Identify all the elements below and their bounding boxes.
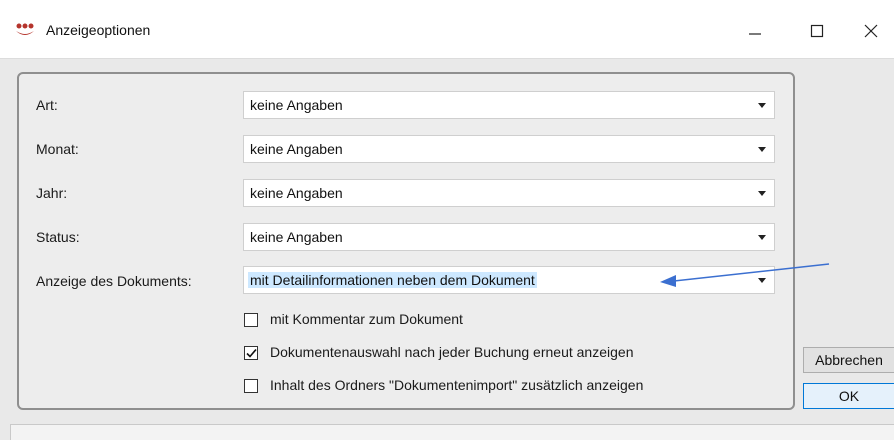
minimize-button[interactable]	[732, 18, 778, 44]
close-icon	[864, 24, 878, 38]
chevron-down-icon	[758, 191, 766, 196]
bottom-area	[10, 424, 894, 440]
document-display-select[interactable]: mit Detailinformationen neben dem Dokume…	[243, 266, 775, 294]
art-select[interactable]: keine Angaben	[243, 91, 775, 119]
document-display-value: mit Detailinformationen neben dem Dokume…	[248, 272, 537, 288]
monat-value: keine Angaben	[250, 141, 343, 157]
jahr-label: Jahr:	[36, 185, 68, 201]
chevron-down-icon	[758, 235, 766, 240]
reselect-checkbox[interactable]	[244, 346, 258, 360]
document-display-label: Anzeige des Dokuments:	[36, 273, 192, 289]
status-label: Status:	[36, 229, 80, 245]
import-folder-checkbox[interactable]	[244, 379, 258, 393]
art-label: Art:	[36, 97, 58, 113]
cancel-button[interactable]: Abbrechen	[803, 347, 894, 373]
art-value: keine Angaben	[250, 97, 343, 113]
minimize-icon	[749, 33, 761, 35]
jahr-value: keine Angaben	[250, 185, 343, 201]
close-button[interactable]	[848, 18, 894, 44]
checkmark-icon	[246, 348, 257, 358]
reselect-checkbox-label: Dokumentenauswahl nach jeder Buchung ern…	[270, 344, 634, 360]
jahr-select[interactable]: keine Angaben	[243, 179, 775, 207]
chevron-down-icon	[758, 278, 766, 283]
app-logo-icon	[16, 23, 34, 35]
chevron-down-icon	[758, 147, 766, 152]
comment-checkbox-label: mit Kommentar zum Dokument	[270, 311, 463, 327]
maximize-icon	[810, 24, 824, 38]
maximize-button[interactable]	[794, 18, 840, 44]
monat-label: Monat:	[36, 141, 79, 157]
chevron-down-icon	[758, 103, 766, 108]
ok-button[interactable]: OK	[803, 383, 894, 409]
comment-checkbox[interactable]	[244, 313, 258, 327]
monat-select[interactable]: keine Angaben	[243, 135, 775, 163]
status-select[interactable]: keine Angaben	[243, 223, 775, 251]
title-bar: Anzeigeoptionen	[0, 0, 894, 59]
window-title: Anzeigeoptionen	[46, 22, 151, 38]
import-folder-checkbox-label: Inhalt des Ordners "Dokumentenimport" zu…	[270, 377, 644, 393]
status-value: keine Angaben	[250, 229, 343, 245]
